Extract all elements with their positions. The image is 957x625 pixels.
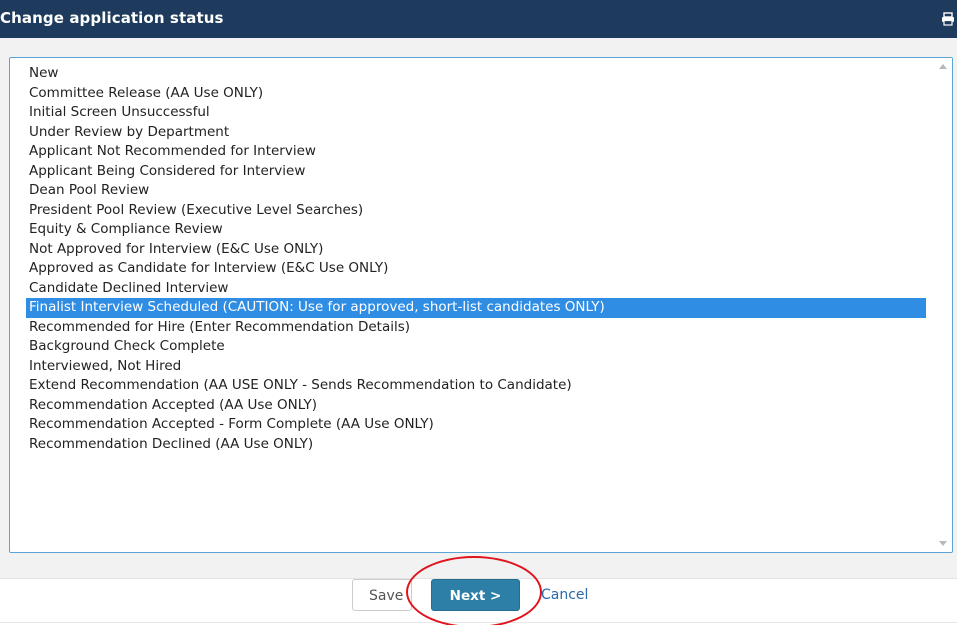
status-option[interactable]: Committee Release (AA Use ONLY) <box>26 84 926 104</box>
status-option[interactable]: Under Review by Department <box>26 123 926 143</box>
scroll-up-arrow-icon[interactable] <box>939 64 947 69</box>
status-option[interactable]: Recommendation Accepted - Form Complete … <box>26 415 926 435</box>
status-option[interactable]: Recommended for Hire (Enter Recommendati… <box>26 318 926 338</box>
status-option[interactable]: Equity & Compliance Review <box>26 220 926 240</box>
status-option[interactable]: New <box>26 64 926 84</box>
dialog-body: New Committee Release (AA Use ONLY) Initia… <box>0 38 957 578</box>
status-options-list: New Committee Release (AA Use ONLY) Initia… <box>10 64 936 454</box>
status-option[interactable]: Approved as Candidate for Interview (E&C… <box>26 259 926 279</box>
status-option-selected[interactable]: Finalist Interview Scheduled (CAUTION: U… <box>26 298 926 318</box>
listbox-scrollbar[interactable] <box>935 58 952 552</box>
status-listbox[interactable]: New Committee Release (AA Use ONLY) Initia… <box>9 57 953 553</box>
change-status-dialog: Change application status New Committee R… <box>0 0 957 625</box>
dialog-header: Change application status <box>0 0 957 38</box>
save-button[interactable]: Save <box>352 579 412 611</box>
print-icon[interactable] <box>941 11 955 26</box>
status-option[interactable]: Applicant Not Recommended for Interview <box>26 142 926 162</box>
status-option[interactable]: Extend Recommendation (AA USE ONLY - Sen… <box>26 376 926 396</box>
status-option[interactable]: Interviewed, Not Hired <box>26 357 926 377</box>
status-option[interactable]: Candidate Declined Interview <box>26 279 926 299</box>
status-option[interactable]: Initial Screen Unsuccessful <box>26 103 926 123</box>
next-button[interactable]: Next > <box>431 579 520 611</box>
scroll-down-arrow-icon[interactable] <box>939 541 947 546</box>
status-option[interactable]: Recommendation Declined (AA Use ONLY) <box>26 435 926 455</box>
footer-divider <box>0 622 957 623</box>
status-option[interactable]: Dean Pool Review <box>26 181 926 201</box>
status-option[interactable]: Not Approved for Interview (E&C Use ONLY… <box>26 240 926 260</box>
dialog-title: Change application status <box>0 9 224 27</box>
cancel-link[interactable]: Cancel <box>541 587 588 603</box>
status-option[interactable]: President Pool Review (Executive Level S… <box>26 201 926 221</box>
status-option[interactable]: Background Check Complete <box>26 337 926 357</box>
status-option[interactable]: Recommendation Accepted (AA Use ONLY) <box>26 396 926 416</box>
status-option[interactable]: Applicant Being Considered for Interview <box>26 162 926 182</box>
